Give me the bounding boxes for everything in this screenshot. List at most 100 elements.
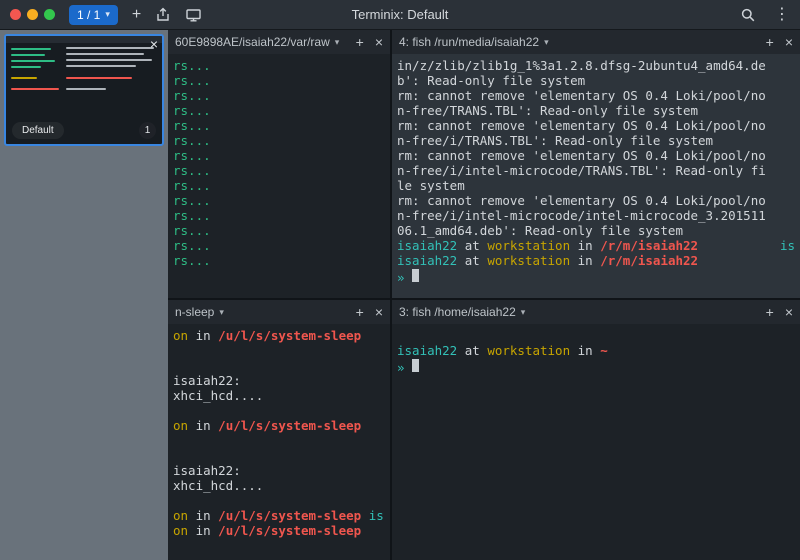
pane-header[interactable]: 3: fish /home/isaiah22 ▾ + × [392, 300, 800, 324]
terminal-line: » [397, 268, 795, 285]
preview-line [66, 88, 106, 90]
window-controls [10, 9, 55, 20]
terminal-text-segment: n-free/i/TRANS.TBL': Read-only file syst… [397, 133, 714, 148]
session-selector-label: 1 / 1 [77, 7, 101, 22]
terminal-line: isaiah22: [173, 373, 385, 388]
session-selector-button[interactable]: 1 / 1 ▾ [69, 4, 118, 25]
terminal-text-segment: on [173, 508, 189, 523]
terminal-text-segment: n-free/i/intel-microcode/TRANS.TBL': Rea… [397, 163, 766, 178]
terminal-text-segment: n-free/i/intel-microcode/intel-microcode… [397, 208, 766, 223]
minimize-window-button[interactable] [27, 9, 38, 20]
thumbnail-titlebar [6, 36, 162, 43]
menu-kebab-icon[interactable]: ⋮ [774, 6, 790, 23]
terminal-line: isaiah22 at workstation in /r/m/isaiah22 [397, 253, 795, 268]
terminal-line: rm: cannot remove 'elementary OS 0.4 Lok… [397, 118, 795, 133]
add-terminal-button[interactable]: + [766, 35, 774, 49]
preview-line [66, 53, 144, 55]
terminal-text-segment: /u/l/s/system-sleep [218, 523, 362, 538]
terminal-output[interactable]: rs... rs... rs... rs... rs... rs... rs... rs...… [168, 54, 390, 298]
titlebar-right-controls: ⋮ [740, 6, 790, 23]
titlebar: 1 / 1 ▾ + Terminix: Default ⋮ [0, 0, 800, 30]
close-terminal-button[interactable]: × [785, 35, 793, 49]
terminal-text-segment: rs... [173, 148, 211, 163]
search-icon[interactable] [740, 7, 756, 23]
close-session-button[interactable]: × [150, 37, 158, 51]
pane-title: n-sleep [175, 305, 215, 319]
window-title: Terminix: Default [351, 7, 449, 22]
terminal-line: rs... [173, 178, 385, 193]
terminal-text-segment: rs... [173, 163, 211, 178]
terminal-line: isaiah22 at workstation in /r/m/isaiah22… [397, 238, 795, 253]
terminal-line: rs... [173, 133, 385, 148]
terminal-text-segment: on [173, 328, 189, 343]
terminal-line: in/z/zlib/zlib1g_1%3a1.2.8.dfsg-2ubuntu4… [397, 58, 795, 73]
session-sidebar: × Default 1 [0, 30, 168, 560]
terminal-text-segment: rs... [173, 208, 211, 223]
detach-terminal-icon[interactable] [155, 7, 171, 23]
terminal-line: on in /u/l/s/system-sleep [173, 523, 385, 538]
terminal-line: b': Read-only file system [397, 73, 795, 88]
add-terminal-button[interactable]: + [356, 35, 364, 49]
terminal-text-segment: rs... [173, 118, 211, 133]
terminal-text-segment: rm: cannot remove 'elementary OS 0.4 Lok… [397, 193, 766, 208]
terminal-output[interactable]: on in /u/l/s/system-sleep isaiah22: xhci_h… [168, 324, 390, 560]
preview-line [11, 48, 51, 50]
terminal-output[interactable]: in/z/zlib/zlib1g_1%3a1.2.8.dfsg-2ubuntu4… [392, 54, 800, 298]
pane-header[interactable]: n-sleep ▾ + × [168, 300, 390, 324]
close-window-button[interactable] [10, 9, 21, 20]
new-session-button[interactable]: + [132, 6, 141, 23]
terminal-line: rm: cannot remove 'elementary OS 0.4 Lok… [397, 148, 795, 163]
terminal-text-segment: rs... [173, 58, 211, 73]
close-terminal-button[interactable]: × [375, 305, 383, 319]
close-terminal-button[interactable]: × [785, 305, 793, 319]
terminal-output[interactable]: isaiah22 at workstation in ~ » [392, 324, 800, 560]
pane-title: 3: fish /home/isaiah22 [399, 305, 516, 319]
terminal-text-segment: is [361, 508, 384, 523]
terminal-line: rm: cannot remove 'elementary OS 0.4 Lok… [397, 88, 795, 103]
terminal-line: isaiah22 at workstation in ~ [397, 343, 795, 358]
terminal-text-segment: in/z/zlib/zlib1g_1%3a1.2.8.dfsg-2ubuntu4… [397, 58, 766, 73]
terminal-line: » [397, 358, 795, 375]
terminal-grid: 60E9898AE/isaiah22/var/raw ▾ + × rs... rs… [168, 30, 800, 560]
terminal-text-segment: 06.1_amd64.deb': Read-only file system [397, 223, 683, 238]
terminal-text-segment: rs... [173, 178, 211, 193]
monitor-icon[interactable] [185, 7, 202, 23]
terminal-text-segment: /r/m/isaiah22 [600, 238, 699, 253]
terminal-line: n-free/TRANS.TBL': Read-only file system [397, 103, 795, 118]
pane-bottom-right: 3: fish /home/isaiah22 ▾ + × isaiah22 at… [392, 300, 800, 560]
preview-line [11, 60, 55, 62]
add-terminal-button[interactable]: + [766, 305, 774, 319]
add-terminal-button[interactable]: + [356, 305, 364, 319]
terminal-text-segment: workstation [487, 343, 571, 358]
preview-line [11, 66, 41, 68]
preview-line [66, 65, 136, 67]
terminal-text-segment: rs... [173, 253, 211, 268]
terminal-text-segment: in [570, 238, 601, 253]
terminal-text-segment: rs... [173, 133, 211, 148]
terminal-text-segment: rs... [173, 193, 211, 208]
maximize-window-button[interactable] [44, 9, 55, 20]
pane-header[interactable]: 60E9898AE/isaiah22/var/raw ▾ + × [168, 30, 390, 54]
terminal-text-segment: rs... [173, 223, 211, 238]
pane-title: 4: fish /run/media/isaiah22 [399, 35, 540, 49]
terminal-text-segment: » [397, 360, 413, 375]
chevron-down-icon: ▾ [105, 9, 110, 19]
terminal-text-segment: isaiah22 [397, 343, 458, 358]
terminal-line: rs... [173, 223, 385, 238]
terminal-line: rs... [173, 253, 385, 268]
terminal-line: 06.1_amd64.deb': Read-only file system [397, 223, 795, 238]
workspace: × Default 1 60E9898AE/isaiah22/var/raw ▾… [0, 30, 800, 560]
session-thumbnail[interactable]: × Default 1 [4, 34, 164, 146]
terminix-window: 1 / 1 ▾ + Terminix: Default ⋮ × Default … [0, 0, 800, 560]
terminal-text-segment: /r/m/isaiah22 [600, 253, 699, 268]
preview-line [11, 77, 37, 79]
pane-header[interactable]: 4: fish /run/media/isaiah22 ▾ + × [392, 30, 800, 54]
close-terminal-button[interactable]: × [375, 35, 383, 49]
terminal-line: n-free/i/intel-microcode/intel-microcode… [397, 208, 795, 223]
terminal-line: rs... [173, 193, 385, 208]
